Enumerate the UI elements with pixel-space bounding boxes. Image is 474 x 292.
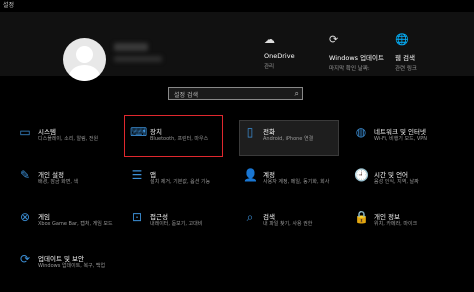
header-update-title: Windows 업데이트	[329, 54, 385, 62]
time-icon: 🕘	[354, 168, 369, 182]
update-icon: ⟳	[19, 252, 31, 266]
lock-icon: 🔒	[354, 210, 369, 224]
user-email-redacted	[114, 56, 162, 62]
user-name-redacted	[114, 43, 148, 51]
header-onedrive[interactable]: ☁ OneDrive 관리	[264, 33, 334, 71]
tile-apps[interactable]: ☰ 앱 설치 제거, 기본값, 옵션 기능	[130, 168, 248, 204]
tile-sub: 내레이터, 돋보기, 고대비	[150, 221, 203, 227]
tile-devices[interactable]: ⌨ 장치 Bluetooth, 프린터, 마우스	[130, 125, 248, 161]
tile-sub: 배경, 잠금 화면, 색	[38, 179, 79, 185]
tile-privacy[interactable]: 🔒 개인 정보 위치, 카메라, 마이크	[354, 210, 472, 246]
window-title: 설정	[3, 2, 15, 9]
person-icon: 👤	[243, 168, 258, 182]
search-icon: ⌕	[246, 210, 254, 224]
cloud-icon: ☁	[264, 33, 275, 46]
tile-update-security[interactable]: ⟳ 업데이트 및 보안 Windows 업데이트, 복구, 백업	[18, 252, 136, 288]
tile-network[interactable]: ◍ 네트워크 및 인터넷 Wi-Fi, 비행기 모드, VPN	[354, 125, 472, 161]
tile-sub: Wi-Fi, 비행기 모드, VPN	[374, 136, 428, 142]
header-update-sub: 마지막 확인 날짜:	[329, 66, 370, 72]
tile-gaming[interactable]: ⊗ 게임 Xbox Game Bar, 캡처, 게임 모드	[18, 210, 136, 246]
xbox-icon: ⊗	[19, 210, 31, 224]
account-header: ☁ OneDrive 관리 ⟳ Windows 업데이트 마지막 확인 날짜: …	[0, 12, 474, 81]
header-web-search[interactable]: 🌐 웹 검색 관련 링크	[395, 33, 465, 73]
tile-sub: 설치 제거, 기본값, 옵션 기능	[150, 179, 211, 185]
tile-phone[interactable]: ▯ 전화 Android, iPhone 연결	[243, 125, 361, 161]
laptop-icon: ▭	[19, 125, 31, 139]
globe-icon: ◍	[355, 125, 367, 139]
search-input[interactable]: 설정 검색 ⌕	[168, 87, 303, 100]
phone-icon: ▯	[246, 125, 254, 139]
apps-icon: ☰	[131, 168, 143, 182]
header-windows-update[interactable]: ⟳ Windows 업데이트 마지막 확인 날짜:	[329, 33, 399, 73]
search-placeholder: 설정 검색	[174, 92, 198, 99]
update-icon: ⟳	[329, 33, 339, 46]
tile-sub: Xbox Game Bar, 캡처, 게임 모드	[38, 221, 113, 227]
accessibility-icon: ⊡	[131, 210, 143, 224]
tile-sub: 음성 인식, 지역, 날짜	[374, 179, 419, 185]
header-onedrive-title: OneDrive	[264, 52, 295, 60]
tile-search[interactable]: ⌕ 검색 내 파일 찾기, 사용 권한	[243, 210, 361, 246]
tile-sub: Android, iPhone 연결	[263, 136, 314, 142]
tile-sub: Bluetooth, 프린터, 마우스	[150, 136, 209, 142]
tile-personalization[interactable]: ✎ 개인 설정 배경, 잠금 화면, 색	[18, 168, 136, 204]
tile-sub: 위치, 카메라, 마이크	[374, 221, 418, 227]
header-onedrive-sub[interactable]: 관리	[264, 62, 334, 70]
tile-sub: 내 파일 찾기, 사용 권한	[263, 221, 313, 227]
tile-sub: Windows 업데이트, 복구, 백업	[38, 263, 106, 269]
header-web-sub[interactable]: 관련 링크	[395, 64, 465, 72]
header-web-title: 웹 검색	[395, 54, 416, 62]
tile-accessibility[interactable]: ⊡ 접근성 내레이터, 돋보기, 고대비	[130, 210, 248, 246]
tile-sub: 디스플레이, 소리, 알림, 전원	[38, 136, 99, 142]
globe-icon: 🌐	[395, 33, 409, 46]
tile-system[interactable]: ▭ 시스템 디스플레이, 소리, 알림, 전원	[18, 125, 136, 161]
tile-accounts[interactable]: 👤 계정 사용자 계정, 메일, 동기화, 회사	[243, 168, 361, 204]
avatar-body-shape	[69, 65, 100, 81]
search-icon: ⌕	[294, 89, 299, 98]
brush-icon: ✎	[19, 168, 31, 182]
avatar-head-shape	[76, 46, 93, 63]
tile-time-language[interactable]: 🕘 시간 및 언어 음성 인식, 지역, 날짜	[354, 168, 472, 204]
tile-sub: 사용자 계정, 메일, 동기화, 회사	[263, 179, 330, 185]
keyboard-icon: ⌨	[130, 125, 148, 139]
avatar[interactable]	[63, 38, 106, 81]
